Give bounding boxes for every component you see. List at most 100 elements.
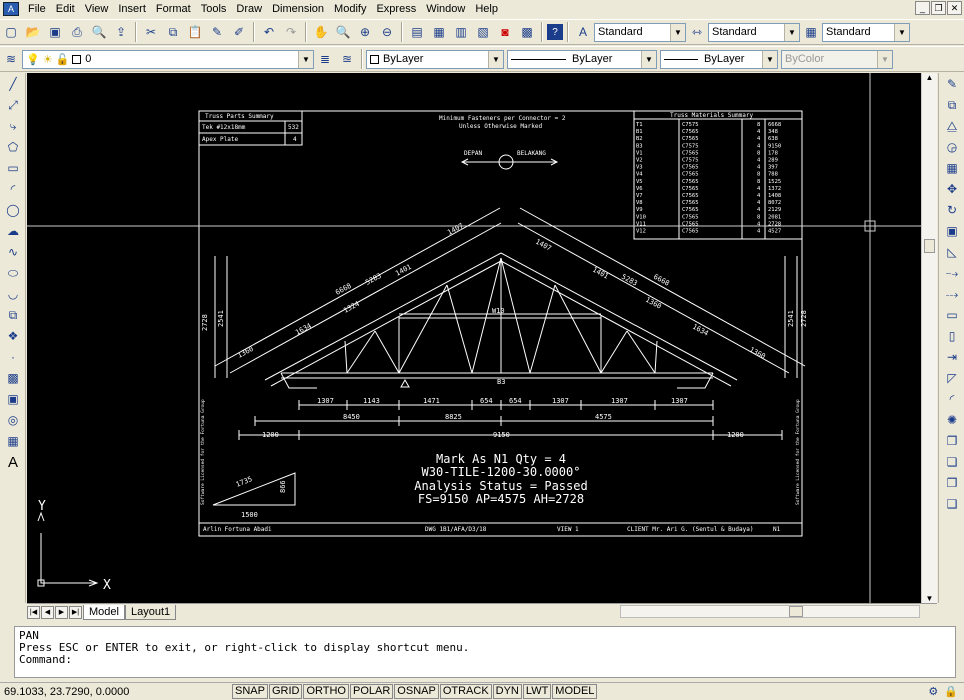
polar-toggle[interactable]: POLAR <box>350 684 394 699</box>
publish-icon[interactable]: ⇪ <box>111 22 131 42</box>
osnap-toggle[interactable]: OSNAP <box>394 684 439 699</box>
plot-preview-icon[interactable]: 🔍 <box>89 22 109 42</box>
point-icon[interactable]: · <box>2 347 24 367</box>
zoom-window-icon[interactable]: ⊕ <box>355 22 375 42</box>
save-icon[interactable]: ▣ <box>45 22 65 42</box>
menu-format[interactable]: Format <box>151 1 196 17</box>
offset-icon[interactable]: ◶ <box>941 137 963 157</box>
next-tab-icon[interactable]: ▶ <box>55 605 68 619</box>
zoom-realtime-icon[interactable]: 🔍 <box>333 22 353 42</box>
scroll-thumb[interactable] <box>924 239 935 253</box>
minimize-icon[interactable]: _ <box>915 1 930 15</box>
gradient-icon[interactable]: ▣ <box>2 389 24 409</box>
dim-style-icon[interactable]: ⇿ <box>687 22 707 42</box>
drawing-canvas[interactable]: Truss Parts Summary Tek #12x18mm 532 Ape… <box>27 73 937 603</box>
otrack-toggle[interactable]: OTRACK <box>439 684 492 699</box>
menu-window[interactable]: Window <box>421 1 470 17</box>
text-style-select[interactable]: Standard ▼ <box>594 22 686 42</box>
menu-draw[interactable]: Draw <box>231 1 267 17</box>
ortho-toggle[interactable]: ORTHO <box>303 684 349 699</box>
open-file-icon[interactable]: 📂 <box>23 22 43 42</box>
rectangle-icon[interactable]: ▭ <box>2 158 24 178</box>
break-at-point-icon[interactable]: ▭ <box>941 305 963 325</box>
vertical-scrollbar[interactable]: ▲ ▼ <box>921 73 937 603</box>
snap-toggle[interactable]: SNAP <box>232 684 268 699</box>
lineweight-select[interactable]: ByLayer ▼ <box>660 49 778 69</box>
match-properties-icon[interactable]: ✎ <box>207 22 227 42</box>
properties-icon[interactable]: ▤ <box>407 22 427 42</box>
coordinate-readout[interactable]: 69.1033, 23.7290, 0.0000 <box>0 686 232 698</box>
dyn-toggle[interactable]: DYN <box>492 684 522 699</box>
prev-tab-icon[interactable]: ◀ <box>41 605 54 619</box>
chevron-down-icon[interactable]: ▼ <box>670 23 685 41</box>
ellipse-icon[interactable]: ⬭ <box>2 263 24 283</box>
calculator-icon[interactable]: ▩ <box>517 22 537 42</box>
insert-block-icon[interactable]: ⧉ <box>2 305 24 325</box>
chamfer-icon[interactable]: ◸ <box>941 368 963 388</box>
tab-layout1[interactable]: Layout1 <box>124 604 177 620</box>
scroll-down-icon[interactable]: ▼ <box>922 594 937 603</box>
scale-icon[interactable]: ▣ <box>941 221 963 241</box>
revision-cloud-icon[interactable]: ☁ <box>2 221 24 241</box>
tab-model[interactable]: Model <box>83 604 125 620</box>
hatch-icon[interactable]: ▩ <box>2 368 24 388</box>
menu-edit[interactable]: Edit <box>51 1 80 17</box>
polyline-icon[interactable]: ⤷ <box>2 116 24 136</box>
fillet-icon[interactable]: ◜ <box>941 389 963 409</box>
sheet-set-icon[interactable]: ▧ <box>473 22 493 42</box>
close-icon[interactable]: ✕ <box>947 1 962 15</box>
menu-tools[interactable]: Tools <box>196 1 232 17</box>
first-tab-icon[interactable]: |◀ <box>27 605 40 619</box>
text-style-icon[interactable]: A <box>573 22 593 42</box>
command-prompt[interactable]: Command: <box>19 654 951 666</box>
autocad-app-icon[interactable]: A <box>3 2 19 16</box>
multiline-text-icon[interactable]: A <box>2 452 24 472</box>
menu-insert[interactable]: Insert <box>113 1 151 17</box>
scroll-thumb[interactable] <box>789 606 803 617</box>
linetype-select[interactable]: ByLayer ▼ <box>507 49 657 69</box>
construction-line-icon[interactable]: ⤢ <box>2 95 24 115</box>
menu-view[interactable]: View <box>80 1 114 17</box>
menu-modify[interactable]: Modify <box>329 1 371 17</box>
send-under-icon[interactable]: ❑ <box>941 494 963 514</box>
menu-express[interactable]: Express <box>371 1 421 17</box>
chevron-down-icon[interactable]: ▼ <box>298 50 313 68</box>
copy-object-icon[interactable]: ⧉ <box>941 95 963 115</box>
circle-icon[interactable]: ◯ <box>2 200 24 220</box>
trim-icon[interactable]: ⤍ <box>941 263 963 283</box>
arc-icon[interactable]: ◜ <box>2 179 24 199</box>
rotate-icon[interactable]: ↻ <box>941 200 963 220</box>
menu-dimension[interactable]: Dimension <box>267 1 329 17</box>
chevron-down-icon[interactable]: ▼ <box>641 50 656 68</box>
horizontal-scrollbar[interactable] <box>620 605 920 618</box>
model-space-toggle[interactable]: MODEL <box>552 684 598 699</box>
table-style-select[interactable]: Standard ▼ <box>822 22 910 42</box>
layer-manager-icon[interactable]: ≋ <box>1 49 21 69</box>
new-file-icon[interactable]: ▢ <box>1 22 21 42</box>
chevron-down-icon[interactable]: ▼ <box>762 50 777 68</box>
dim-style-select[interactable]: Standard ▼ <box>708 22 800 42</box>
pan-icon[interactable]: ✋ <box>311 22 331 42</box>
menu-file[interactable]: File <box>23 1 51 17</box>
make-block-icon[interactable]: ❖ <box>2 326 24 346</box>
tool-palettes-icon[interactable]: ▥ <box>451 22 471 42</box>
scroll-up-icon[interactable]: ▲ <box>922 73 937 82</box>
erase-icon[interactable]: ✎ <box>941 74 963 94</box>
markup-icon[interactable]: ◙ <box>495 22 515 42</box>
chevron-down-icon[interactable]: ▼ <box>488 50 503 68</box>
mirror-icon[interactable]: ⧋ <box>941 116 963 136</box>
menu-help[interactable]: Help <box>470 1 503 17</box>
extend-icon[interactable]: ⤏ <box>941 284 963 304</box>
line-icon[interactable]: ╱ <box>2 74 24 94</box>
copy-icon[interactable]: ⧉ <box>163 22 183 42</box>
ellipse-arc-icon[interactable]: ◡ <box>2 284 24 304</box>
make-layer-current-icon[interactable]: ≣ <box>315 49 335 69</box>
communication-center-icon[interactable]: ⚙ <box>928 685 938 698</box>
table-style-icon[interactable]: ▦ <box>801 22 821 42</box>
chevron-down-icon[interactable]: ▼ <box>784 23 799 41</box>
grid-toggle[interactable]: GRID <box>268 684 303 699</box>
spline-icon[interactable]: ∿ <box>2 242 24 262</box>
redo-icon[interactable]: ↷ <box>281 22 301 42</box>
break-icon[interactable]: ▯ <box>941 326 963 346</box>
lwt-toggle[interactable]: LWT <box>522 684 552 699</box>
